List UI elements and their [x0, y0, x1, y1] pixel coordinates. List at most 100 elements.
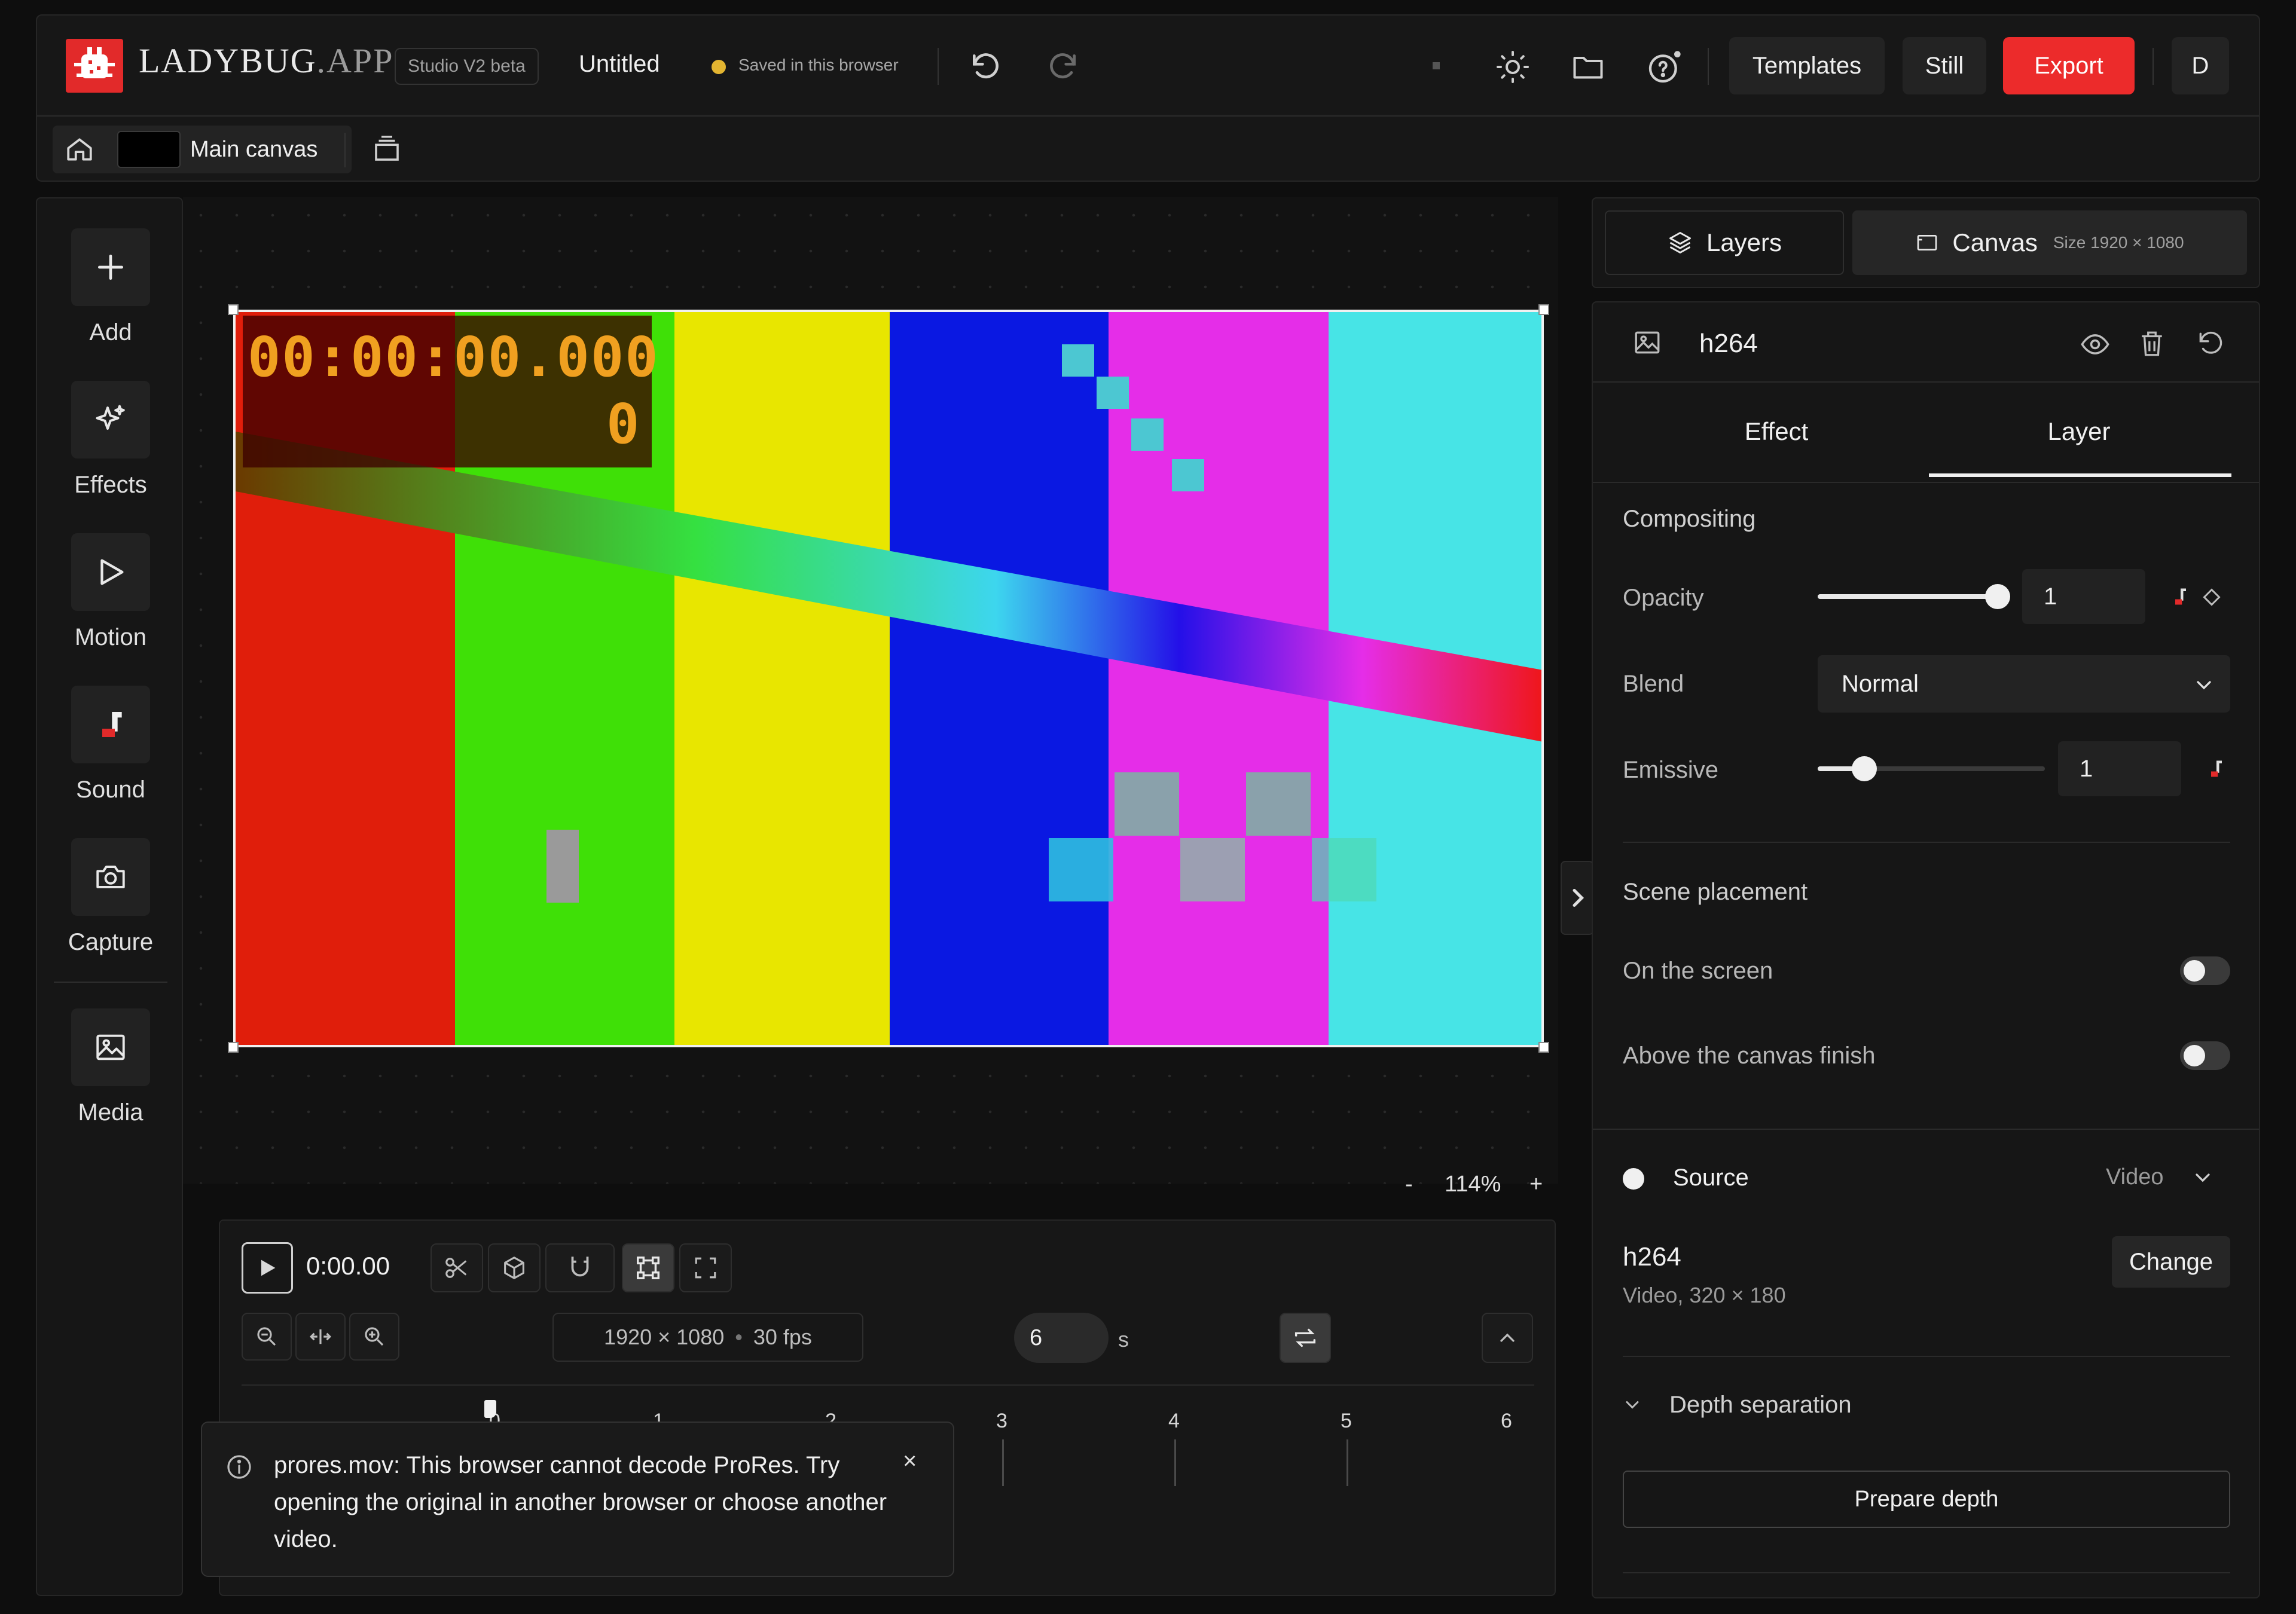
audio-link-icon[interactable]	[2172, 586, 2190, 607]
sidebar-item-effects[interactable]: Effects	[37, 381, 184, 499]
cube-icon	[504, 1257, 524, 1279]
emissive-slider[interactable]	[1818, 756, 2045, 782]
on-screen-toggle[interactable]	[2180, 956, 2230, 985]
play-icon	[71, 533, 150, 611]
zoom-level: 114%	[1445, 1172, 1501, 1197]
sparkles-icon	[71, 381, 150, 458]
home-icon[interactable]	[65, 134, 94, 164]
subtab-layer[interactable]: Layer	[1928, 392, 2230, 471]
theme-sun-icon[interactable]	[1495, 49, 1531, 85]
ruler-tick	[1174, 1439, 1176, 1486]
separator: •	[735, 1325, 743, 1349]
sidebar-item-capture[interactable]: Capture	[37, 838, 184, 956]
source-type[interactable]: Video	[2106, 1164, 2164, 1190]
document-title[interactable]: Untitled	[579, 51, 660, 78]
playhead[interactable]	[484, 1400, 496, 1418]
3d-box-button[interactable]	[488, 1243, 541, 1292]
divider	[1623, 842, 2230, 843]
sidebar-item-sound[interactable]: Sound	[37, 686, 184, 803]
help-icon[interactable]	[1645, 48, 1684, 86]
divider	[1593, 1129, 2259, 1130]
keyframe-diamond-icon[interactable]	[2203, 588, 2221, 606]
selection-mode-button[interactable]	[622, 1243, 674, 1292]
sidebar-item-add[interactable]: Add	[37, 228, 184, 346]
resize-handle[interactable]	[1538, 304, 1549, 315]
version-badge: Studio V2 beta	[395, 48, 539, 85]
expand-timeline-button[interactable]	[1482, 1313, 1533, 1363]
resize-handle[interactable]	[1538, 1042, 1549, 1053]
loop-button[interactable]	[1280, 1313, 1331, 1363]
layers-icon	[1669, 232, 1691, 253]
redo-icon[interactable]	[1046, 50, 1080, 84]
chevron-down-icon[interactable]	[1622, 1394, 1643, 1416]
canvas-icon	[1918, 235, 1937, 250]
play-button[interactable]	[242, 1242, 293, 1294]
sidebar-item-media[interactable]: Media	[37, 1008, 184, 1126]
divider	[2152, 48, 2154, 85]
tab-layers[interactable]: Layers	[1605, 210, 1844, 275]
change-source-button[interactable]: Change	[2112, 1236, 2230, 1288]
reset-icon[interactable]	[2196, 329, 2225, 359]
chevron-down-icon[interactable]	[2191, 1166, 2215, 1190]
cut-button[interactable]	[430, 1243, 483, 1292]
resize-handle[interactable]	[228, 1042, 239, 1053]
divider	[344, 133, 346, 167]
tab-canvas[interactable]: Canvas Size 1920 × 1080	[1852, 210, 2247, 275]
divider	[1623, 1572, 2230, 1573]
section-title: Scene placement	[1623, 879, 1808, 905]
prepare-depth-button[interactable]: Prepare depth	[1623, 1471, 2230, 1528]
ruler-label: 4	[1168, 1410, 1180, 1432]
snap-magnet-button[interactable]	[545, 1243, 615, 1292]
undo-icon[interactable]	[969, 50, 1002, 84]
audio-link-icon[interactable]	[2208, 758, 2225, 780]
fullscreen-button[interactable]	[679, 1243, 732, 1292]
opacity-input[interactable]: 1	[2022, 569, 2145, 624]
slider-fill	[1818, 594, 1998, 599]
zoom-in-timeline-button[interactable]	[349, 1313, 399, 1361]
panel-collapse-button[interactable]	[1561, 861, 1594, 935]
video-preview[interactable]: 00:00:00.000 0	[233, 310, 1544, 1047]
above-finish-toggle[interactable]	[2180, 1041, 2230, 1070]
camera-icon	[71, 838, 150, 916]
opacity-slider[interactable]	[1818, 583, 2010, 610]
export-button[interactable]: Export	[2003, 37, 2135, 94]
templates-button[interactable]: Templates	[1729, 37, 1885, 94]
stack-icon[interactable]	[371, 133, 403, 165]
loop-icon	[1294, 1328, 1316, 1347]
ruler-tick	[1002, 1439, 1004, 1486]
close-icon[interactable]: ×	[903, 1448, 917, 1475]
plus-icon	[71, 228, 150, 306]
canvas-thumbnail	[117, 131, 181, 168]
visibility-eye-icon[interactable]	[2080, 329, 2111, 360]
blend-select[interactable]: Normal	[1818, 655, 2230, 713]
selection-icon	[637, 1257, 660, 1279]
subtab-effect[interactable]: Effect	[1625, 392, 1928, 471]
user-avatar[interactable]: D	[2172, 37, 2229, 94]
divider	[1623, 1356, 2230, 1357]
current-time: 0:00.00	[306, 1252, 390, 1280]
source-label: Source	[1673, 1164, 1749, 1191]
duration-input[interactable]: 6	[1014, 1313, 1109, 1363]
toast-message: prores.mov: This browser cannot decode P…	[274, 1452, 887, 1552]
ladybug-logo-icon	[66, 39, 123, 93]
canvas-selector[interactable]: Main canvas	[53, 126, 352, 173]
resize-handle[interactable]	[228, 304, 239, 315]
sidebar-item-motion[interactable]: Motion	[37, 533, 184, 651]
above-finish-label: Above the canvas finish	[1623, 1043, 1876, 1069]
zoom-out-timeline-button[interactable]	[242, 1313, 292, 1361]
tab-label: Layers	[1706, 228, 1782, 256]
trash-icon[interactable]	[2137, 329, 2167, 359]
ruler-label: 3	[996, 1410, 1007, 1432]
zoom-in-button[interactable]: +	[1529, 1172, 1543, 1197]
zoom-out-button[interactable]: -	[1405, 1172, 1413, 1197]
divider	[1708, 48, 1709, 85]
fit-width-button[interactable]	[295, 1313, 346, 1361]
divider	[938, 48, 939, 85]
still-button[interactable]: Still	[1903, 37, 1986, 94]
app-logo-text: LADYBUG.APP	[139, 41, 394, 80]
folder-icon[interactable]	[1570, 49, 1606, 85]
emissive-input[interactable]: 1	[2058, 741, 2181, 796]
slider-knob[interactable]	[1852, 756, 1877, 781]
slider-knob[interactable]	[1985, 584, 2010, 609]
depth-title[interactable]: Depth separation	[1669, 1392, 1852, 1419]
